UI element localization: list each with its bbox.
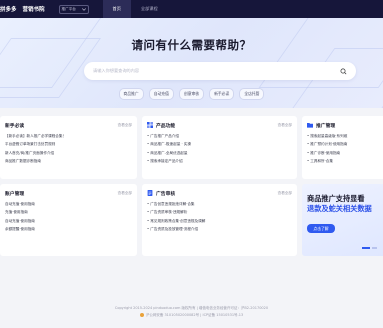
card-header: 产品功能 查看全部 [147,121,292,129]
list-item[interactable]: 新人首充/商/推广页面操作介绍 [5,149,132,157]
card-account-management: 账户管理 查看全部 自动充值·使用指南 充值·使用指南 自动充值·使用指南 余额… [0,184,137,256]
search-placeholder: 请输入你想要查询的内容 [93,68,140,73]
view-all-link[interactable]: 查看全部 [278,191,292,196]
list-item[interactable]: 自动充值·使用指南 [5,200,132,208]
chevron-down-icon [81,7,86,11]
page-title: 请问有什么需要帮助？ [131,38,252,52]
quick-tag[interactable]: 创意审核 [178,88,205,100]
document-icon [147,190,153,196]
top-nav: 拼多多 营销书院 推广平台 首页 全部课程 [0,0,383,18]
card-list: 【新手必读】新人推广必学课程合集！ 平台虚假订单场景打击处罚规则 新人首充/商/… [5,132,132,166]
hero-banner: 请问有什么需要帮助？ 请输入你想要查询的内容 商品推广 自动充值 创意审核 新手… [0,18,383,108]
list-item[interactable]: 充值·使用指南 [5,208,132,216]
card-header: 广告审核 查看全部 [147,189,292,197]
list-item[interactable]: • 常见规则政策合集·创意违规及调解 [147,217,292,225]
quick-tag[interactable]: 商品推广 [118,88,144,100]
list-item[interactable]: 【新手必读】新人推广必学课程合集！ [5,132,132,140]
list-item[interactable]: • 搜索起量高级版·系列维 [307,132,378,140]
brand-logo[interactable]: 拼多多 营销书院 [0,5,45,13]
list-item[interactable]: 商品推广数据诊断指南 [5,157,132,165]
list-item[interactable]: • 广告推广产品介绍 [147,132,292,140]
list-item[interactable]: • 推广预约计划·使用指南 [307,140,378,148]
platform-select-value: 推广平台 [61,6,76,11]
view-all-link[interactable]: 查看全部 [278,123,292,128]
card-title: 推广管理 [307,122,335,129]
grid-icon [147,122,153,128]
list-item[interactable]: • 商品推广-全局优选起量 [147,149,292,157]
card-header: 推广管理 [307,121,378,129]
card-title: 广告审核 [147,190,175,197]
promo-line-1: 商品推广支持显看 [307,194,365,203]
promo-banner[interactable]: 商品推广支持显看 退款及蛇关相关数据 点击了解 [302,184,383,256]
search-input[interactable]: 请输入你想要查询的内容 [84,62,356,80]
list-item[interactable]: • 广告资质及投放管理·流程介绍 [147,225,292,233]
quick-tags: 商品推广 自动充值 创意审核 新手必读 全店托管 [0,88,383,100]
list-item[interactable]: • 广告创意违规拒绝详解·合集 [147,200,292,208]
promo-learn-more-button[interactable]: 点击了解 [307,224,335,233]
view-all-link[interactable]: 查看全部 [118,191,132,196]
platform-select[interactable]: 推广平台 [58,4,89,14]
list-item[interactable]: • 推广诊断·使用指南 [307,149,378,157]
card-title: 新手必读 [5,123,25,129]
brand-name: 拼多多 [0,7,17,13]
list-item[interactable]: • 广告资质审核·违规解析 [147,208,292,216]
carousel-dot[interactable] [372,247,377,249]
card-list: • 搜索起量高级版·系列维 • 推广预约计划·使用指南 • 推广诊断·使用指南 … [307,132,378,166]
brand-sub: 营销书院 [22,7,45,13]
carousel-dots [362,247,377,249]
folder-icon [307,122,313,128]
tab-home[interactable]: 首页 [102,0,131,18]
list-item[interactable]: • 工具和所·合集 [307,157,378,165]
police-badge-icon [139,313,144,317]
list-item[interactable]: 自动充值·使用指南 [5,217,132,225]
quick-tag[interactable]: 新手必读 [209,88,235,100]
list-item[interactable]: 平台虚假订单场景打击处罚规则 [5,140,132,148]
card-list: 自动充值·使用指南 充值·使用指南 自动充值·使用指南 余额提醒·使用指南 [5,200,132,234]
promo-line-2: 退款及蛇关相关数据 [307,204,372,213]
list-item[interactable]: • 搜索承接定产品介绍 [147,157,292,165]
search-icon[interactable] [340,68,347,75]
card-title: 账户管理 [5,191,25,197]
footer-icp-text[interactable]: 沪公网安备 31010502000082号 | ICP证备 15010531号-… [146,313,243,317]
tab-all-courses[interactable]: 全部课程 [131,0,168,18]
card-beginner: 新手必读 查看全部 【新手必读】新人推广必学课程合集！ 平台虚假订单场景打击处罚… [0,116,137,179]
card-product-features: 产品功能 查看全部 • 广告推广产品介绍 • 商品推广-极速起量 · 实操 • … [142,116,297,179]
card-ad-review: 广告审核 查看全部 • 广告创意违规拒绝详解·合集 • 广告资质审核·违规解析 … [142,184,297,256]
footer-copyright: Copyright 2015-2024 pinduoduo.com 版权所有 |… [114,306,269,310]
carousel-dot[interactable] [362,247,370,249]
list-item[interactable]: 余额提醒·使用指南 [5,225,132,233]
quick-tag[interactable]: 自动充值 [148,88,174,100]
view-all-link[interactable]: 查看全部 [118,123,132,128]
card-list: • 广告推广产品介绍 • 商品推广-极速起量 · 实操 • 商品推广-全局优选起… [147,132,292,166]
nav-tabs: 首页 全部课程 [102,0,168,18]
card-header: 新手必读 查看全部 [5,121,132,129]
card-title: 产品功能 [147,122,175,129]
card-list: • 广告创意违规拒绝详解·合集 • 广告资质审核·违规解析 • 常见规则政策合集… [147,200,292,234]
card-header: 账户管理 查看全部 [5,189,132,197]
card-promotion-management: 推广管理 • 搜索起量高级版·系列维 • 推广预约计划·使用指南 • 推广诊断·… [302,116,383,179]
quick-tag[interactable]: 全店托管 [239,88,265,100]
list-item[interactable]: • 商品推广-极速起量 · 实操 [147,140,292,148]
footer-icp: 沪公网安备 31010502000082号 | ICP证备 15010531号-… [0,313,383,318]
